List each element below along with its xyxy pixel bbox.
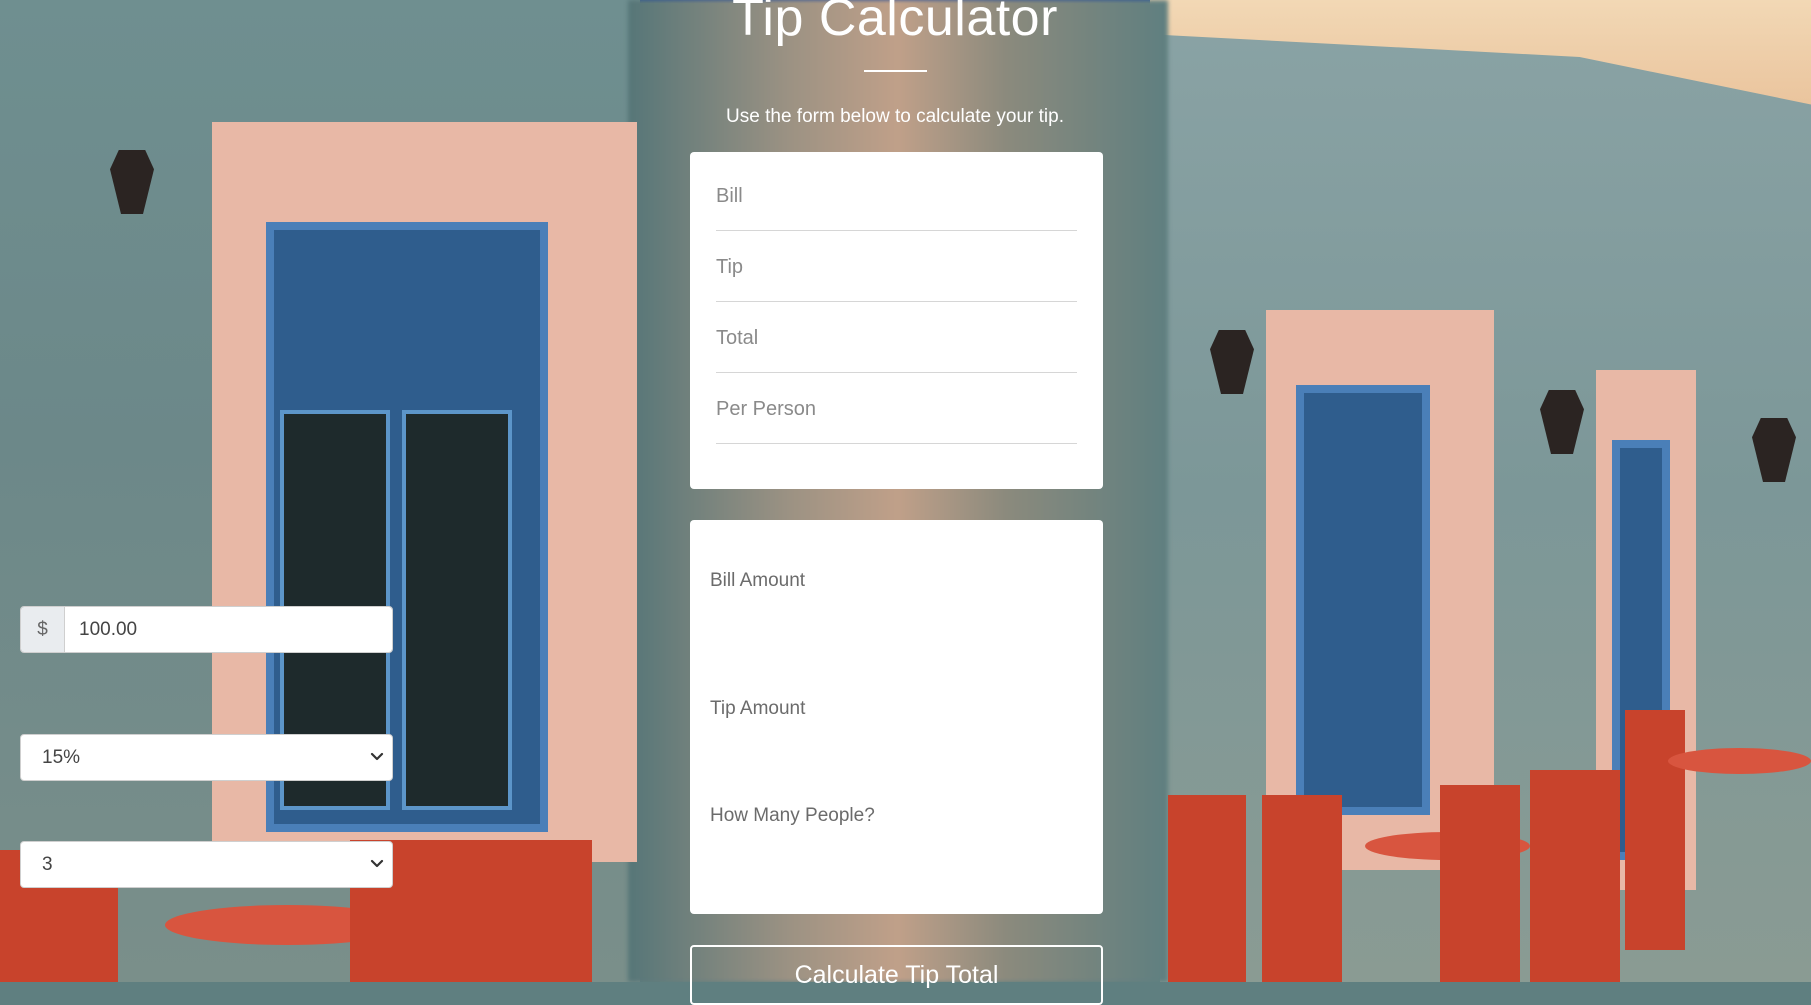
cafe-chair [1625,710,1685,950]
bill-amount-input[interactable] [65,607,392,652]
tip-amount-selected-value: 15% [42,747,81,768]
cafe-chair [1440,785,1520,982]
left-window-pane [402,410,512,810]
right-window [1296,385,1430,815]
result-bill-row: Bill [716,161,1077,231]
title-divider [864,70,927,72]
chevron-down-icon [370,859,384,868]
tip-form-card: Bill Amount Tip Amount How Many People? [690,520,1103,914]
cafe-table [1668,748,1811,774]
page-title: Tip Calculator [732,0,1058,47]
cafe-chair [1530,770,1620,982]
people-select[interactable]: 3 [20,841,393,888]
result-tip-label: Tip [716,256,744,278]
cafe-chair [480,840,592,982]
bill-amount-input-group: $ [20,606,393,653]
cafe-chair [1262,795,1342,982]
calculate-tip-button[interactable]: Calculate Tip Total [690,945,1103,1005]
tip-amount-label: Tip Amount [710,698,806,719]
result-bill-label: Bill [716,185,743,207]
result-per-person-label: Per Person [716,398,817,420]
result-per-person-row: Per Person [716,374,1077,444]
result-total-label: Total [716,327,759,349]
people-selected-value: 3 [42,854,53,875]
results-card: Bill Tip Total Per Person [690,152,1103,489]
cafe-chair [1168,795,1246,982]
bill-amount-label: Bill Amount [710,570,806,591]
result-total-row: Total [716,303,1077,373]
result-tip-row: Tip [716,232,1077,302]
page-subtitle: Use the form below to calculate your tip… [726,106,1064,127]
chevron-down-icon [370,752,384,761]
tip-amount-select[interactable]: 15% [20,734,393,781]
currency-addon: $ [21,607,65,652]
people-label: How Many People? [710,805,875,826]
